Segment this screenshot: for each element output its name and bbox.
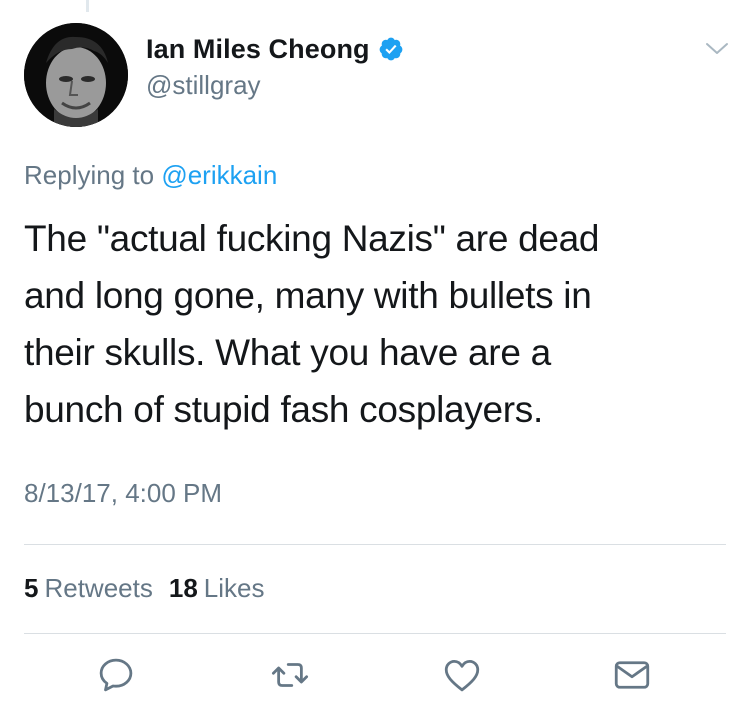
retweets-count: 5 <box>24 573 39 603</box>
retweet-icon <box>271 663 309 687</box>
name-row: Ian Miles Cheong <box>146 32 404 66</box>
likes-label: Likes <box>203 573 265 603</box>
avatar-image <box>24 23 128 127</box>
reply-button[interactable] <box>91 650 141 700</box>
replying-to-label: Replying to <box>24 160 155 190</box>
retweets-stat[interactable]: 5 Retweets <box>24 573 153 604</box>
engagement-stats: 5 Retweets 18 Likes <box>24 573 264 604</box>
retweets-label: Retweets <box>44 573 153 603</box>
retweet-button[interactable] <box>265 650 315 700</box>
chevron-down-icon[interactable] <box>704 39 730 59</box>
action-bar <box>0 650 750 700</box>
tweet-timestamp[interactable]: 8/13/17, 4:00 PM <box>24 478 222 509</box>
tweet-line: their skulls. What you have are a <box>24 332 551 373</box>
replying-to: Replying to @erikkain <box>24 160 277 191</box>
verified-badge-icon <box>378 36 404 62</box>
tweet-line: and long gone, many with bullets in <box>24 275 592 316</box>
direct-message-button[interactable] <box>607 650 657 700</box>
envelope-icon <box>614 661 650 689</box>
user-handle[interactable]: @stillgray <box>146 70 404 101</box>
likes-stat[interactable]: 18 Likes <box>169 573 265 604</box>
tweet-text: The "actual fucking Nazis" are dead and … <box>24 210 724 438</box>
divider <box>24 544 726 545</box>
divider <box>24 633 726 634</box>
likes-count: 18 <box>168 573 198 603</box>
author-block: Ian Miles Cheong @stillgray <box>146 32 404 101</box>
reply-to-user-link[interactable]: @erikkain <box>161 160 277 190</box>
avatar[interactable] <box>24 23 128 127</box>
display-name[interactable]: Ian Miles Cheong <box>146 34 370 65</box>
heart-icon <box>444 659 480 692</box>
reply-icon <box>99 658 133 692</box>
like-button[interactable] <box>437 650 487 700</box>
tweet-line: The "actual fucking Nazis" are dead <box>24 218 600 259</box>
tweet-line: bunch of stupid fash cosplayers. <box>24 389 543 430</box>
thread-line <box>86 0 89 12</box>
